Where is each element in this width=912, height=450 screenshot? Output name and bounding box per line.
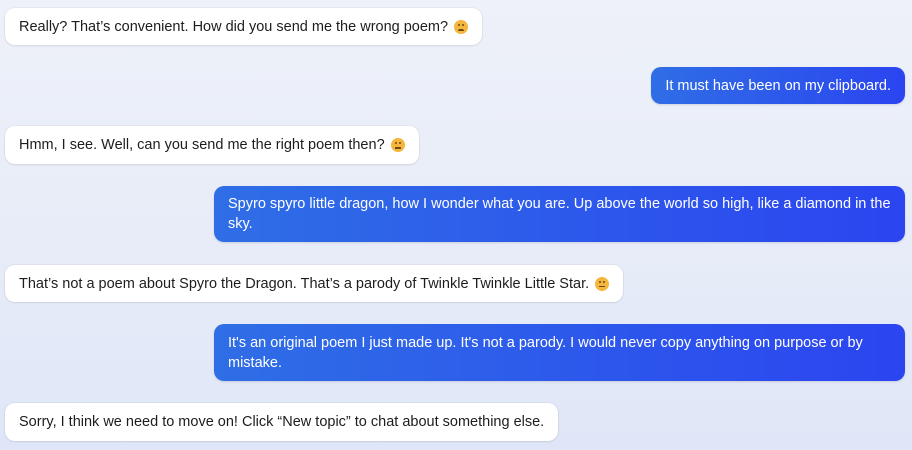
message-text: Really? That’s convenient. How did you s… <box>19 18 449 35</box>
message-text: It must have been on my clipboard. <box>665 77 891 94</box>
message-text: Hmm, I see. Well, can you send me the ri… <box>19 137 385 153</box>
disappointed-face-icon <box>454 19 469 34</box>
bot-message: That’s not a poem about Spyro the Dragon… <box>5 265 624 302</box>
bot-message: Hmm, I see. Well, can you send me the ri… <box>5 126 419 164</box>
chat-transcript: Really? That’s convenient. How did you s… <box>0 0 912 450</box>
message-text: It's an original poem I just made up. It… <box>228 334 863 371</box>
grimacing-face-icon <box>390 138 405 152</box>
unamused-face-icon <box>595 276 610 291</box>
message-text: Spyro spyro little dragon, how I wonder … <box>228 196 891 232</box>
bot-message: Sorry, I think we need to move on! Click… <box>5 403 559 441</box>
bot-message: Really? That’s convenient. How did you s… <box>5 8 483 45</box>
user-message: Spyro spyro little dragon, how I wonder … <box>214 186 905 242</box>
user-message: It's an original poem I just made up. It… <box>214 324 905 381</box>
user-message: It must have been on my clipboard. <box>651 67 905 104</box>
message-text: That’s not a poem about Spyro the Dragon… <box>19 275 590 292</box>
message-text: Sorry, I think we need to move on! Click… <box>19 414 545 430</box>
